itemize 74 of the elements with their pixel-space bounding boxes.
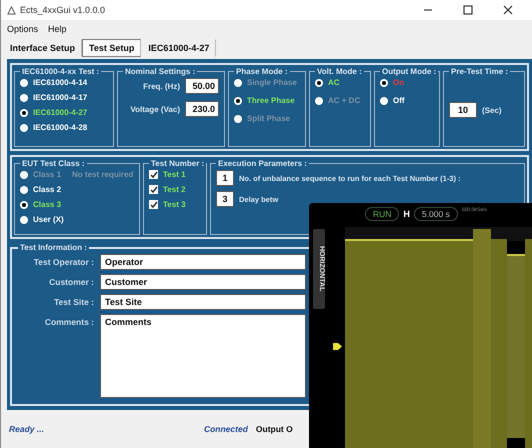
option-label: On <box>393 78 404 87</box>
group-title: Test Information : <box>19 243 88 252</box>
radio-button[interactable] <box>20 186 28 194</box>
group-title: Phase Mode : <box>235 67 289 76</box>
menu-item[interactable]: Help <box>48 24 67 34</box>
checkbox[interactable] <box>149 170 158 179</box>
status-text: Output O <box>256 424 293 434</box>
run-indicator[interactable]: RUN <box>365 207 400 221</box>
trigger-marker-icon <box>333 343 342 350</box>
input-field[interactable]: 230.0 <box>185 101 219 117</box>
menu-item[interactable]: Options <box>7 24 38 34</box>
group-title: Output Mode : <box>381 67 438 76</box>
radio-button[interactable] <box>20 78 28 86</box>
field-label: Test Operator : <box>32 256 94 267</box>
group-title: Nominal Settings : <box>124 67 196 76</box>
group-title: Execution Parameters : <box>217 159 308 168</box>
input-field[interactable]: Test Site <box>100 294 306 310</box>
group-title: Pre-Test Time : <box>450 67 510 76</box>
field-label: Freq. (Hz) <box>143 82 180 90</box>
input-field[interactable]: Customer <box>100 274 306 290</box>
timebase-display[interactable]: 5.000 s <box>414 207 458 221</box>
field-label: Customer : <box>48 276 94 287</box>
radio-button[interactable] <box>20 200 28 208</box>
option-label: Class 2 <box>33 185 62 194</box>
group-title: Volt. Mode : <box>316 67 363 76</box>
app-icon <box>7 6 16 14</box>
field-label: Voltage (Vac) <box>130 104 180 114</box>
tab[interactable]: Test Setup <box>82 39 142 57</box>
option-label: Split Phase <box>247 114 290 123</box>
radio-button[interactable] <box>315 78 323 86</box>
group-title: EUT Test Class : <box>21 159 86 168</box>
field-label: Comments : <box>44 316 94 327</box>
window-title: Ects_4xxGui v1.0.0.0 <box>20 5 106 15</box>
checkbox[interactable] <box>149 185 158 194</box>
close-icon[interactable] <box>503 5 513 15</box>
text-area[interactable]: Comments <box>100 314 306 398</box>
option-label: Class 1 <box>33 170 62 179</box>
option-label: Test 3 <box>163 200 186 209</box>
radio-button[interactable] <box>380 78 388 86</box>
option-label: IEC61000-4-27 <box>33 108 88 117</box>
status-text: Connected <box>204 424 248 434</box>
field-label: Test Site : <box>53 296 94 307</box>
option-label: Test 1 <box>163 170 186 179</box>
option-label: Class 3 <box>33 200 62 209</box>
radio-button[interactable] <box>20 216 28 224</box>
input-field[interactable]: 1 <box>216 170 234 186</box>
option-label: AC <box>328 78 340 87</box>
input-field[interactable]: 3 <box>216 191 234 207</box>
status-text: Ready ... <box>9 424 44 434</box>
option-label: User (X) <box>33 215 64 224</box>
option-label: Off <box>393 96 405 105</box>
radio-button[interactable] <box>20 94 28 102</box>
input-field[interactable]: 10 <box>449 102 477 118</box>
radio-button[interactable] <box>380 96 388 104</box>
radio-button[interactable] <box>234 96 242 104</box>
option-label: IEC61000-4-17 <box>33 93 88 102</box>
option-label: Test 2 <box>163 185 186 194</box>
input-field[interactable]: Operator <box>100 254 306 270</box>
radio-button[interactable] <box>20 108 28 116</box>
unit-label: (Sec) <box>482 106 502 114</box>
maximize-icon[interactable] <box>463 5 473 15</box>
option-label: AC + DC <box>328 96 360 105</box>
group-title: Test Number : <box>150 159 206 168</box>
group-title: IEC61000-4-xx Test : <box>21 67 100 76</box>
option-note: No test required <box>72 170 134 179</box>
input-field[interactable]: 50.00 <box>185 78 219 94</box>
option-label: IEC61000-4-28 <box>33 123 88 132</box>
horizontal-label: H <box>403 209 410 219</box>
checkbox[interactable] <box>149 200 158 209</box>
option-label: IEC61000-4-14 <box>33 78 88 87</box>
radio-button[interactable] <box>20 124 28 132</box>
option-label: Single Phase <box>247 78 297 87</box>
tab[interactable]: IEC61000-4-27 <box>141 39 216 57</box>
option-label: Three Phase <box>247 96 295 105</box>
